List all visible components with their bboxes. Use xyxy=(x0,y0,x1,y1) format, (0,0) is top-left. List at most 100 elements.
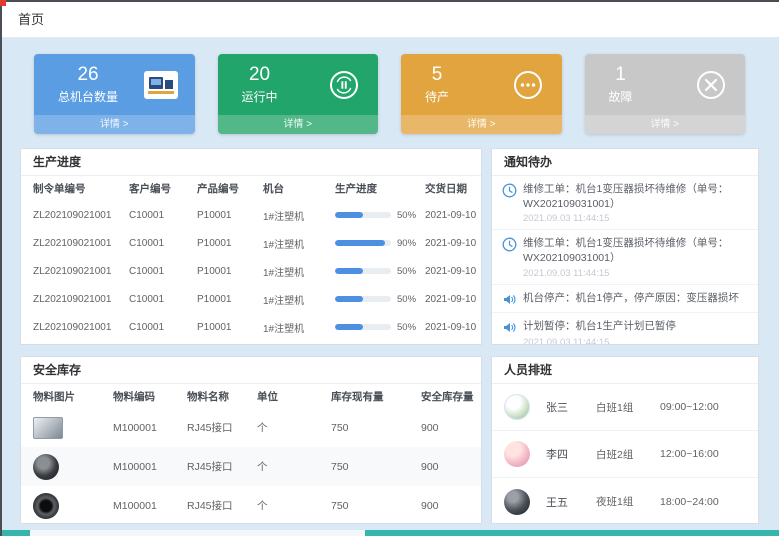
table-header-cell: 物料图片 xyxy=(21,389,113,404)
on-hand-cell: 750 xyxy=(331,500,421,512)
table-header-cell: 库存现有量 xyxy=(331,389,421,404)
production-progress-panel: 生产进度 制令单编号 客户编号 产品编号 机台 生产进度 交货日期 ZL2021… xyxy=(20,148,482,345)
customer-no-cell: C10001 xyxy=(129,266,197,277)
due-date-cell: 2021-09-10 xyxy=(425,294,481,305)
notifications-panel: 通知待办 维修工单：机台1变压器损坏待维修（单号：WX202109031001）… xyxy=(491,148,759,345)
detail-link[interactable]: 详情 > xyxy=(585,115,746,134)
panel-title: 生产进度 xyxy=(21,149,481,176)
table-header-cell: 产品编号 xyxy=(197,181,263,196)
product-no-cell: P10001 xyxy=(197,322,263,333)
order-no-cell: ZL202109021001 xyxy=(21,238,129,249)
table-row: M100001 RJ45接口 个 750 900 xyxy=(21,408,481,447)
table-row: ZL202109021001 C10001 P10001 1#注塑机 50% 2… xyxy=(21,257,481,285)
page-header: 首页 xyxy=(2,2,779,38)
table-row: M100001 RJ45接口 个 750 900 xyxy=(21,486,481,524)
due-date-cell: 2021-09-10 xyxy=(425,322,481,333)
schedule-row: 李四 白班2组 12:00~16:00 xyxy=(492,431,758,478)
order-no-cell: ZL202109021001 xyxy=(21,294,129,305)
progress-cell: 50% xyxy=(335,210,425,221)
on-hand-cell: 750 xyxy=(331,422,421,434)
person-name: 张三 xyxy=(546,399,588,415)
detail-link[interactable]: 详情 > xyxy=(401,115,562,134)
detail-link[interactable]: 详情 > xyxy=(34,115,195,134)
table-row: ZL202109021001 C10001 P10001 1#注塑机 90% 2… xyxy=(21,229,481,257)
material-code-cell: M100001 xyxy=(113,461,187,473)
progress-label: 50% xyxy=(397,210,416,221)
rj45-connector-photo xyxy=(33,417,63,439)
ellipsis-icon xyxy=(510,69,546,101)
panel-title: 安全库存 xyxy=(21,357,481,384)
safety-stock-cell: 900 xyxy=(421,422,481,434)
machine-cell: 1#注塑机 xyxy=(263,236,335,251)
page-bottom-edge xyxy=(0,530,779,536)
progress-bar xyxy=(335,296,391,302)
stat-value: 26 xyxy=(58,64,118,86)
table-header-cell: 单位 xyxy=(257,389,331,404)
round-connector-photo xyxy=(33,454,59,480)
stat-card-body: 1 故障 xyxy=(585,54,746,115)
stat-card-running: 20 运行中 详情 > xyxy=(218,54,379,134)
clock-icon xyxy=(502,183,517,198)
safety-stock-cell: 900 xyxy=(421,461,481,473)
progress-cell: 90% xyxy=(335,238,425,249)
customer-no-cell: C10001 xyxy=(129,210,197,221)
order-no-cell: ZL202109021001 xyxy=(21,266,129,277)
table-row: ZL202109021001 C10001 P10001 1#注塑机 50% 2… xyxy=(21,201,481,229)
table-row: ZL202109021001 C10001 P10001 1#注塑机 50% 2… xyxy=(21,313,481,341)
speaker-icon xyxy=(502,292,517,307)
table-header-row: 制令单编号 客户编号 产品编号 机台 生产进度 交货日期 xyxy=(21,176,481,201)
notification-text: 维修工单：机台1变压器损坏待维修（单号：WX202109031001） xyxy=(523,182,750,211)
stat-value: 1 xyxy=(609,64,633,86)
due-date-cell: 2021-09-10 xyxy=(425,266,481,277)
notification-item[interactable]: 计划暂停：机台1生产计划已暂停 2021.09.03 11:44:15 xyxy=(492,313,758,345)
stat-card-body: 26 总机台数量 xyxy=(34,54,195,115)
unit-cell: 个 xyxy=(257,420,331,435)
material-image-cell xyxy=(21,493,113,519)
personnel-schedule-panel: 人员排班 张三 白班1组 09:00~12:00 李四 白班2组 12:00~1… xyxy=(491,356,759,524)
person-name: 李四 xyxy=(546,446,588,462)
panel-title: 通知待办 xyxy=(492,149,758,176)
bottom-edge-white xyxy=(30,530,365,536)
progress-cell: 50% xyxy=(335,294,425,305)
stat-card-text: 1 故障 xyxy=(609,64,633,105)
customer-no-cell: C10001 xyxy=(129,294,197,305)
product-no-cell: P10001 xyxy=(197,210,263,221)
machine-cell: 1#注塑机 xyxy=(263,208,335,223)
order-no-cell: ZL202109021001 xyxy=(21,322,129,333)
on-hand-cell: 750 xyxy=(331,461,421,473)
notification-item[interactable]: 维修工单：机台1变压器损坏待维修（单号：WX202109031001） 2021… xyxy=(492,176,758,230)
material-name-cell: RJ45接口 xyxy=(187,459,257,474)
shift-time: 09:00~12:00 xyxy=(660,401,719,413)
progress-label: 50% xyxy=(397,266,416,277)
speaker-photo xyxy=(33,493,59,519)
corner-marker xyxy=(0,0,6,6)
avatar xyxy=(504,489,530,515)
notification-item[interactable]: 机台停产：机台1停产，停产原因：变压器损坏 xyxy=(492,285,758,313)
shift-time: 12:00~16:00 xyxy=(660,448,719,460)
progress-bar xyxy=(335,268,391,274)
stat-card-total-machines: 26 总机台数量 详情 > xyxy=(34,54,195,134)
window-top-edge xyxy=(0,0,779,2)
unit-cell: 个 xyxy=(257,498,331,513)
notification-item[interactable]: 维修工单：机台1变压器损坏待维修（单号：WX202109031001） 2021… xyxy=(492,230,758,284)
unit-cell: 个 xyxy=(257,459,331,474)
window-left-edge xyxy=(0,0,2,536)
bottom-edge-teal-left xyxy=(0,530,30,536)
material-image-cell xyxy=(21,454,113,480)
stat-label: 运行中 xyxy=(242,88,278,105)
avatar xyxy=(504,441,530,467)
table-header-cell: 交货日期 xyxy=(425,181,481,196)
safety-stock-cell: 900 xyxy=(421,500,481,512)
stat-label: 待产 xyxy=(425,88,449,105)
due-date-cell: 2021-09-10 xyxy=(425,238,481,249)
machine-cell: 1#注塑机 xyxy=(263,292,335,307)
product-no-cell: P10001 xyxy=(197,266,263,277)
stat-value: 5 xyxy=(425,64,449,86)
tools-icon xyxy=(693,69,729,101)
notification-text: 计划暂停：机台1生产计划已暂停 xyxy=(523,319,676,334)
table-header-cell: 制令单编号 xyxy=(21,181,129,196)
machine-icon xyxy=(143,69,179,101)
detail-link[interactable]: 详情 > xyxy=(218,115,379,134)
material-code-cell: M100001 xyxy=(113,422,187,434)
speaker-icon xyxy=(502,320,517,335)
